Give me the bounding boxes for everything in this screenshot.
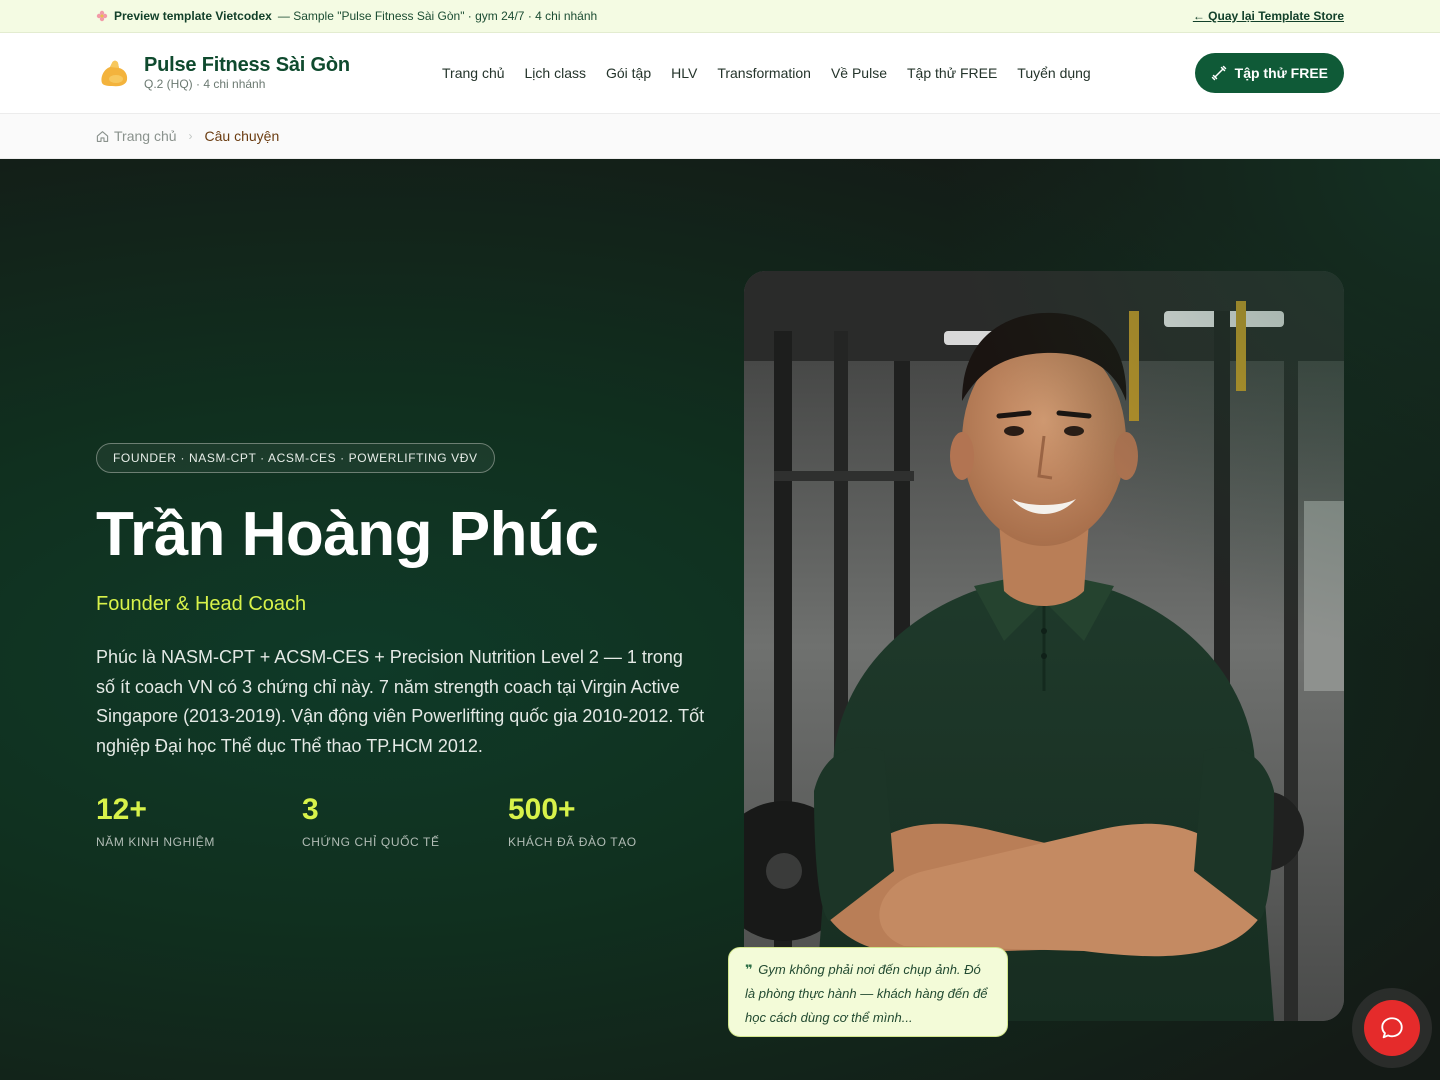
brand-subtitle: Q.2 (HQ) · 4 chi nhánh: [144, 77, 266, 91]
site-header: Pulse Fitness Sài Gòn Q.2 (HQ) · 4 chi n…: [0, 33, 1440, 114]
founder-photo-illustration: [744, 271, 1344, 1021]
chat-button[interactable]: [1352, 988, 1432, 1068]
breadcrumb: Trang chủ › Câu chuyện: [0, 114, 1440, 159]
nav-item-careers[interactable]: Tuyển dụng: [1017, 65, 1090, 81]
stat-clients: 500+ KHÁCH ĐÃ ĐÀO TẠO: [508, 789, 714, 849]
nav-item-transformation[interactable]: Transformation: [717, 65, 811, 81]
brand[interactable]: Pulse Fitness Sài Gòn Q.2 (HQ) · 4 chi n…: [96, 54, 442, 92]
preview-description: — Sample "Pulse Fitness Sài Gòn" · gym 2…: [277, 9, 598, 23]
home-icon: [96, 130, 109, 142]
founder-bio: Phúc là NASM-CPT + ACSM-CES + Precision …: [96, 647, 705, 756]
breadcrumb-home-label: Trang chủ: [114, 128, 177, 144]
stat-certificates: 3 CHỨNG CHỈ QUỐC TẾ: [302, 789, 508, 849]
preview-label: Preview template Vietcodex: [114, 9, 272, 23]
founder-portrait: [744, 271, 1344, 1021]
main-nav: Trang chủ Lịch class Gói tập HLV Transfo…: [442, 65, 1091, 81]
stat-value: 3: [302, 793, 319, 826]
credentials-badge: FOUNDER · NASM-CPT · ACSM-CES · POWERLIF…: [96, 443, 495, 473]
nav-item-free-trial[interactable]: Tập thử FREE: [907, 65, 997, 81]
nav-item-coaches[interactable]: HLV: [671, 65, 697, 81]
flower-icon: [96, 10, 108, 22]
free-trial-label: Tập thử FREE: [1234, 65, 1328, 81]
stat-value: 12+: [96, 793, 147, 826]
breadcrumb-home-link[interactable]: Trang chủ: [96, 128, 177, 144]
stat-label: CHỨNG CHỈ QUỐC TẾ: [302, 835, 440, 849]
nav-item-about[interactable]: Về Pulse: [831, 65, 887, 81]
nav-item-schedule[interactable]: Lịch class: [525, 65, 586, 81]
stat-label: NĂM KINH NGHIỆM: [96, 835, 216, 849]
dumbbell-icon: [1211, 65, 1226, 81]
founder-role: Founder & Head Coach: [96, 593, 307, 615]
chat-bubble-icon: [1381, 1017, 1403, 1039]
flexed-arm-logo: [101, 60, 128, 87]
free-trial-button[interactable]: Tập thử FREE: [1194, 53, 1344, 93]
stat-experience: 12+ NĂM KINH NGHIỆM: [96, 789, 302, 849]
quote-icon: ❞: [745, 962, 753, 977]
preview-bar: Preview template Vietcodex — Sample "Pul…: [0, 0, 1440, 33]
stat-label: KHÁCH ĐÃ ĐÀO TẠO: [508, 835, 637, 849]
quote-text: Gym không phải nơi đến chụp ảnh. Đó là p…: [745, 962, 988, 1025]
founder-quote: ❞ Gym không phải nơi đến chụp ảnh. Đó là…: [728, 947, 1008, 1037]
nav-item-packages[interactable]: Gói tập: [606, 65, 651, 81]
preview-info: Preview template Vietcodex — Sample "Pul…: [96, 9, 597, 23]
nav-item-home[interactable]: Trang chủ: [442, 65, 505, 81]
back-to-store-link[interactable]: ← Quay lại Template Store: [1193, 9, 1344, 23]
stats-row: 12+ NĂM KINH NGHIỆM 3 CHỨNG CHỈ QUỐC TẾ …: [96, 789, 714, 849]
chevron-right-icon: ›: [188, 129, 193, 143]
founder-name: Trần Hoàng Phúc: [96, 500, 599, 569]
stat-value: 500+: [508, 793, 576, 826]
breadcrumb-current: Câu chuyện: [204, 128, 280, 144]
brand-name: Pulse Fitness Sài Gòn: [144, 54, 350, 76]
founder-hero: FOUNDER · NASM-CPT · ACSM-CES · POWERLIF…: [0, 159, 1440, 1080]
